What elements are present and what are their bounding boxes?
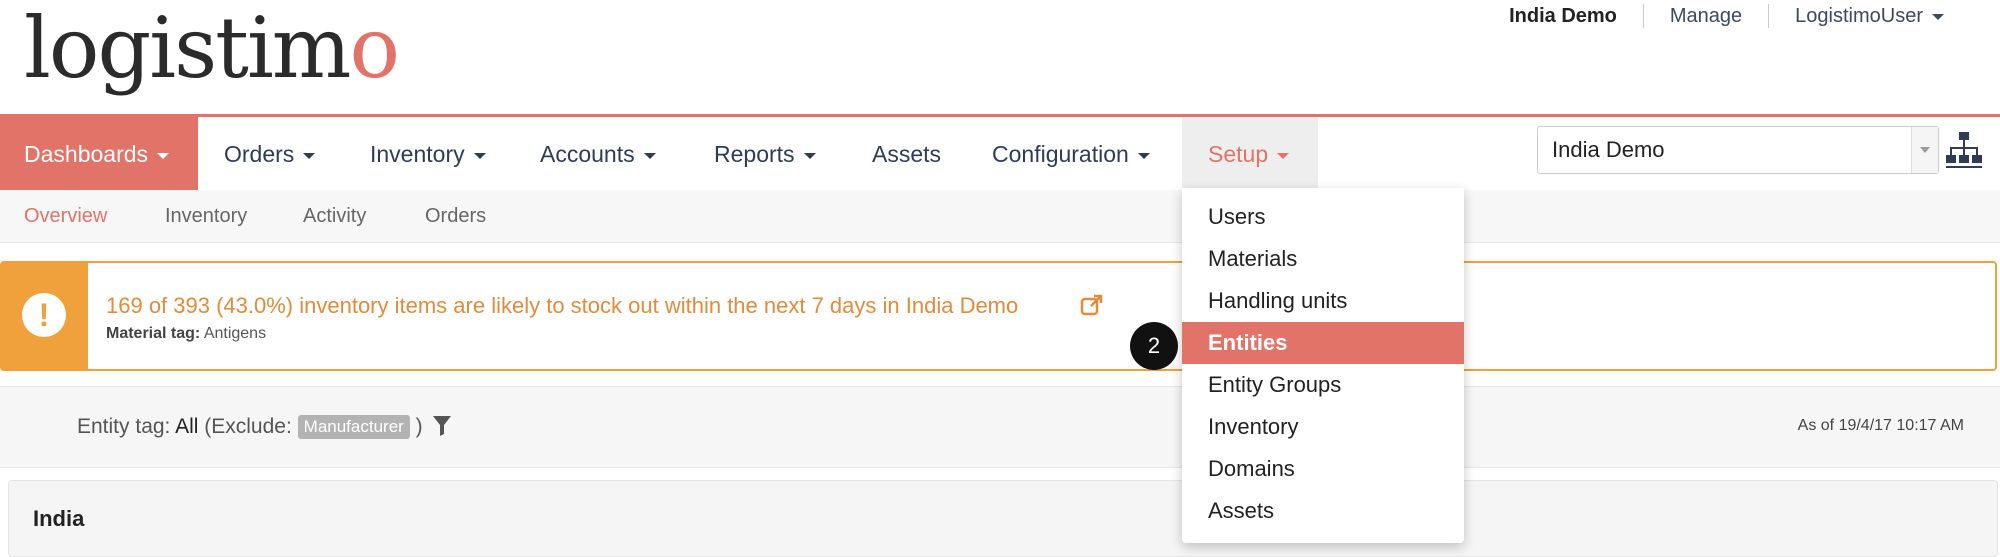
exclude-tag-badge: Manufacturer — [297, 415, 410, 439]
as-of-timestamp: As of 19/4/17 10:17 AM — [1797, 417, 1964, 434]
chevron-down-icon — [157, 152, 170, 159]
chevron-down-icon — [1137, 152, 1150, 159]
material-tag-value: Antigens — [203, 325, 267, 342]
entity-tag-value: All — [175, 415, 199, 438]
logistimo-logo[interactable]: logistimo — [24, 6, 400, 90]
nav-inventory-label: Inventory — [370, 141, 465, 167]
nav-reports-label: Reports — [714, 141, 795, 167]
nav-assets-label: Assets — [872, 141, 942, 167]
setup-dropdown-menu: Users Materials Handling units Entities … — [1182, 188, 1464, 543]
step-number-badge: 2 — [1130, 322, 1178, 370]
nav-configuration-label: Configuration — [992, 141, 1129, 167]
nav-accounts[interactable]: Accounts — [514, 117, 682, 191]
user-menu[interactable]: LogistimoUser — [1768, 4, 1970, 28]
chevron-down-icon — [473, 152, 486, 159]
chevron-down-icon — [803, 152, 816, 159]
select-arrow-icon[interactable] — [1911, 127, 1938, 173]
nav-assets[interactable]: Assets — [846, 117, 967, 191]
domain-select[interactable]: India Demo — [1537, 126, 1939, 174]
menu-item-inventory[interactable]: Inventory — [1182, 406, 1464, 448]
chevron-down-icon — [1277, 152, 1290, 159]
entity-filter-bar: Entity tag: All (Exclude: Manufacturer )… — [0, 386, 2000, 468]
tab-inventory[interactable]: Inventory — [165, 190, 247, 242]
menu-item-domains[interactable]: Domains — [1182, 448, 1464, 490]
logo-text: logistim — [24, 0, 351, 97]
menu-item-entities[interactable]: Entities — [1182, 322, 1464, 364]
exclamation-icon: ! — [22, 293, 66, 337]
chevron-down-icon — [643, 152, 656, 159]
filter-icon[interactable] — [432, 416, 451, 436]
menu-item-materials[interactable]: Materials — [1182, 238, 1464, 280]
nav-accounts-label: Accounts — [540, 141, 635, 167]
manage-link[interactable]: Manage — [1642, 4, 1768, 28]
menu-item-assets[interactable]: Assets — [1182, 490, 1464, 532]
nav-inventory[interactable]: Inventory — [344, 117, 512, 191]
logo-accent-text: o — [349, 0, 400, 97]
region-title: India — [33, 506, 85, 531]
hierarchy-icon[interactable] — [1946, 130, 1982, 170]
nav-orders[interactable]: Orders — [198, 117, 341, 191]
alert-message[interactable]: 169 of 393 (43.0%) inventory items are l… — [106, 293, 1018, 319]
domain-link[interactable]: India Demo — [1483, 4, 1643, 28]
dashboard-subnav: Overview Inventory Activity Orders — [0, 190, 2000, 243]
menu-item-users[interactable]: Users — [1182, 196, 1464, 238]
nav-setup[interactable]: Setup — [1182, 117, 1318, 191]
nav-reports[interactable]: Reports — [688, 117, 842, 191]
external-link-icon[interactable] — [1080, 293, 1104, 317]
nav-orders-label: Orders — [224, 141, 295, 167]
chevron-down-icon — [1932, 13, 1944, 20]
alert-icon-panel: ! — [2, 263, 88, 369]
user-menu-label: LogistimoUser — [1795, 5, 1923, 27]
top-links: India Demo Manage LogistimoUser — [1483, 4, 1970, 28]
nav-dashboards-label: Dashboards — [24, 141, 149, 167]
nav-dashboards[interactable]: Dashboards — [0, 117, 198, 191]
exclude-close: ) — [415, 415, 423, 438]
tab-activity[interactable]: Activity — [303, 190, 366, 242]
nav-setup-label: Setup — [1208, 141, 1269, 167]
entity-tag-filter[interactable]: Entity tag: All (Exclude: Manufacturer ) — [77, 415, 451, 439]
region-panel[interactable]: India — [8, 480, 1998, 557]
alert-material-tag: Material tag: Antigens — [106, 325, 266, 343]
chevron-down-icon — [303, 152, 316, 159]
tab-orders[interactable]: Orders — [425, 190, 486, 242]
entity-tag-label: Entity tag: — [77, 415, 171, 438]
exclude-label: (Exclude: — [204, 415, 292, 438]
domain-select-value: India Demo — [1552, 137, 1665, 162]
stockout-alert: ! 169 of 393 (43.0%) inventory items are… — [0, 261, 1997, 371]
nav-configuration[interactable]: Configuration — [966, 117, 1176, 191]
tab-overview[interactable]: Overview — [24, 190, 107, 242]
material-tag-label: Material tag: — [106, 325, 201, 342]
menu-item-handling-units[interactable]: Handling units — [1182, 280, 1464, 322]
menu-item-entity-groups[interactable]: Entity Groups — [1182, 364, 1464, 406]
